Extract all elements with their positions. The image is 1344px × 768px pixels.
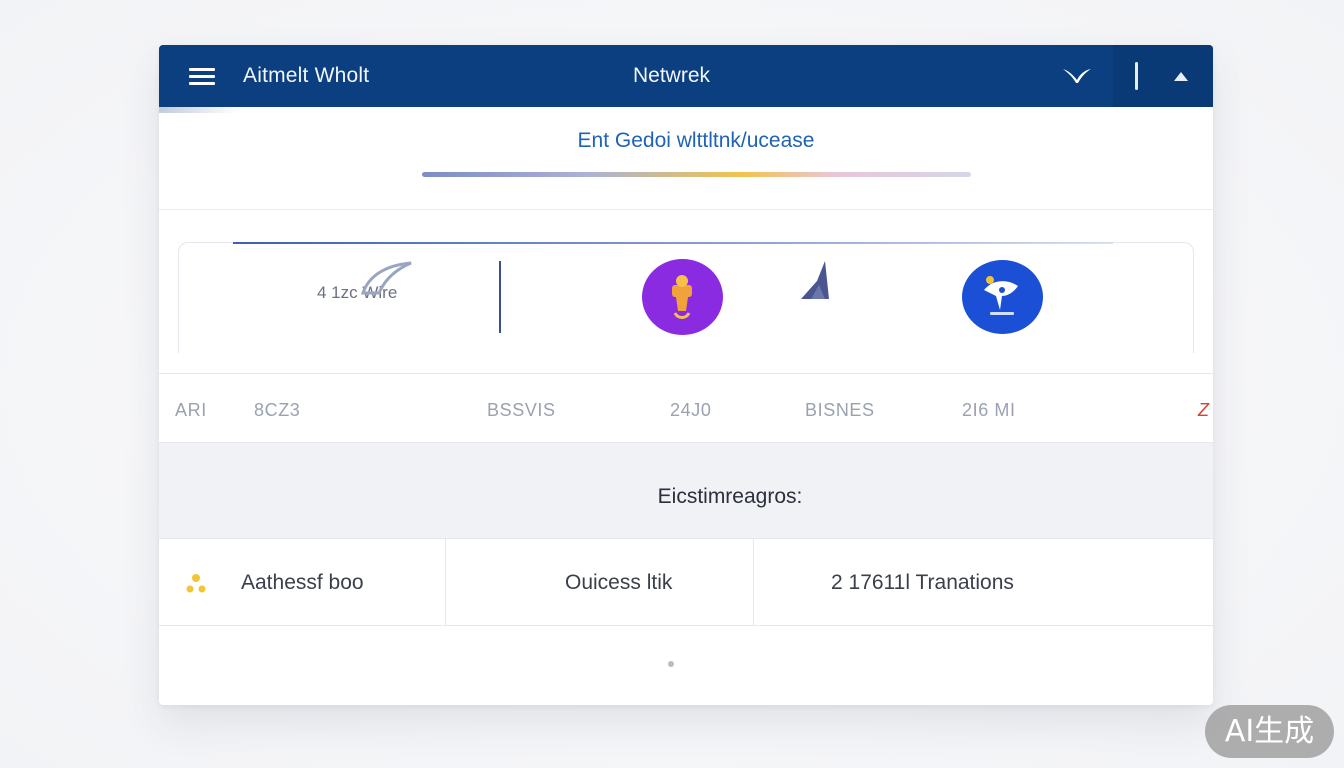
divider <box>159 373 1213 374</box>
section-subtitle: Ent Gedoi wlttltnk/ucease <box>577 129 815 152</box>
bird-icon[interactable] <box>1061 65 1093 87</box>
page: Aitmelt Wholt Netwrek Ent Gedoi wlttltnk… <box>0 0 1344 768</box>
app-title: Aitmelt Wholt <box>243 64 370 87</box>
blue-coin-icon[interactable] <box>962 260 1043 334</box>
ticker-item: BSSVIS <box>487 400 556 420</box>
info-row: Aathessf boo Ouicess ltik 2 17611l Trana… <box>159 538 1213 626</box>
header-action-area <box>1113 45 1213 107</box>
swoosh-icon <box>360 261 412 295</box>
top-header: Aitmelt Wholt Netwrek <box>159 45 1213 107</box>
info-cell-label: Aathessf boo <box>241 571 364 594</box>
caret-up-icon[interactable] <box>1172 70 1190 82</box>
info-cell-transactions[interactable]: 2 17611l Tranations <box>754 539 1213 625</box>
mountain-icon <box>801 261 829 299</box>
bar-icon[interactable] <box>1135 62 1138 90</box>
ai-watermark: AI生成 <box>1205 705 1334 758</box>
ticker-item: ARI <box>175 400 207 420</box>
ticker-end-glyph: Z <box>1198 400 1209 420</box>
wallet-card: Aitmelt Wholt Netwrek Ent Gedoi wlttltnk… <box>159 45 1213 705</box>
assets-panel-accent <box>233 242 1113 244</box>
section-band-title: Eicstimreagros: <box>657 485 803 508</box>
network-title[interactable]: Netwrek <box>633 64 710 88</box>
ticker-item: 8CZ3 <box>254 400 301 420</box>
progress-bar <box>422 172 971 177</box>
ticker-item: 2I6 MI <box>962 400 1016 420</box>
header-shadow <box>159 107 239 113</box>
ticker-item: BISNES <box>805 400 875 420</box>
divider <box>159 209 1213 210</box>
info-cell-status[interactable]: Ouicess ltik <box>446 539 754 625</box>
user-icon <box>186 574 206 593</box>
asset-divider <box>499 261 501 333</box>
info-cell-label: 2 17611l Tranations <box>831 571 1014 594</box>
purple-coin-icon[interactable] <box>642 259 723 335</box>
pagination-dot[interactable] <box>668 661 674 667</box>
menu-icon[interactable] <box>189 68 215 86</box>
info-cell-account[interactable]: Aathessf boo <box>159 539 446 625</box>
ticker-item: 24J0 <box>670 400 712 420</box>
info-cell-label: Ouicess ltik <box>565 571 673 594</box>
